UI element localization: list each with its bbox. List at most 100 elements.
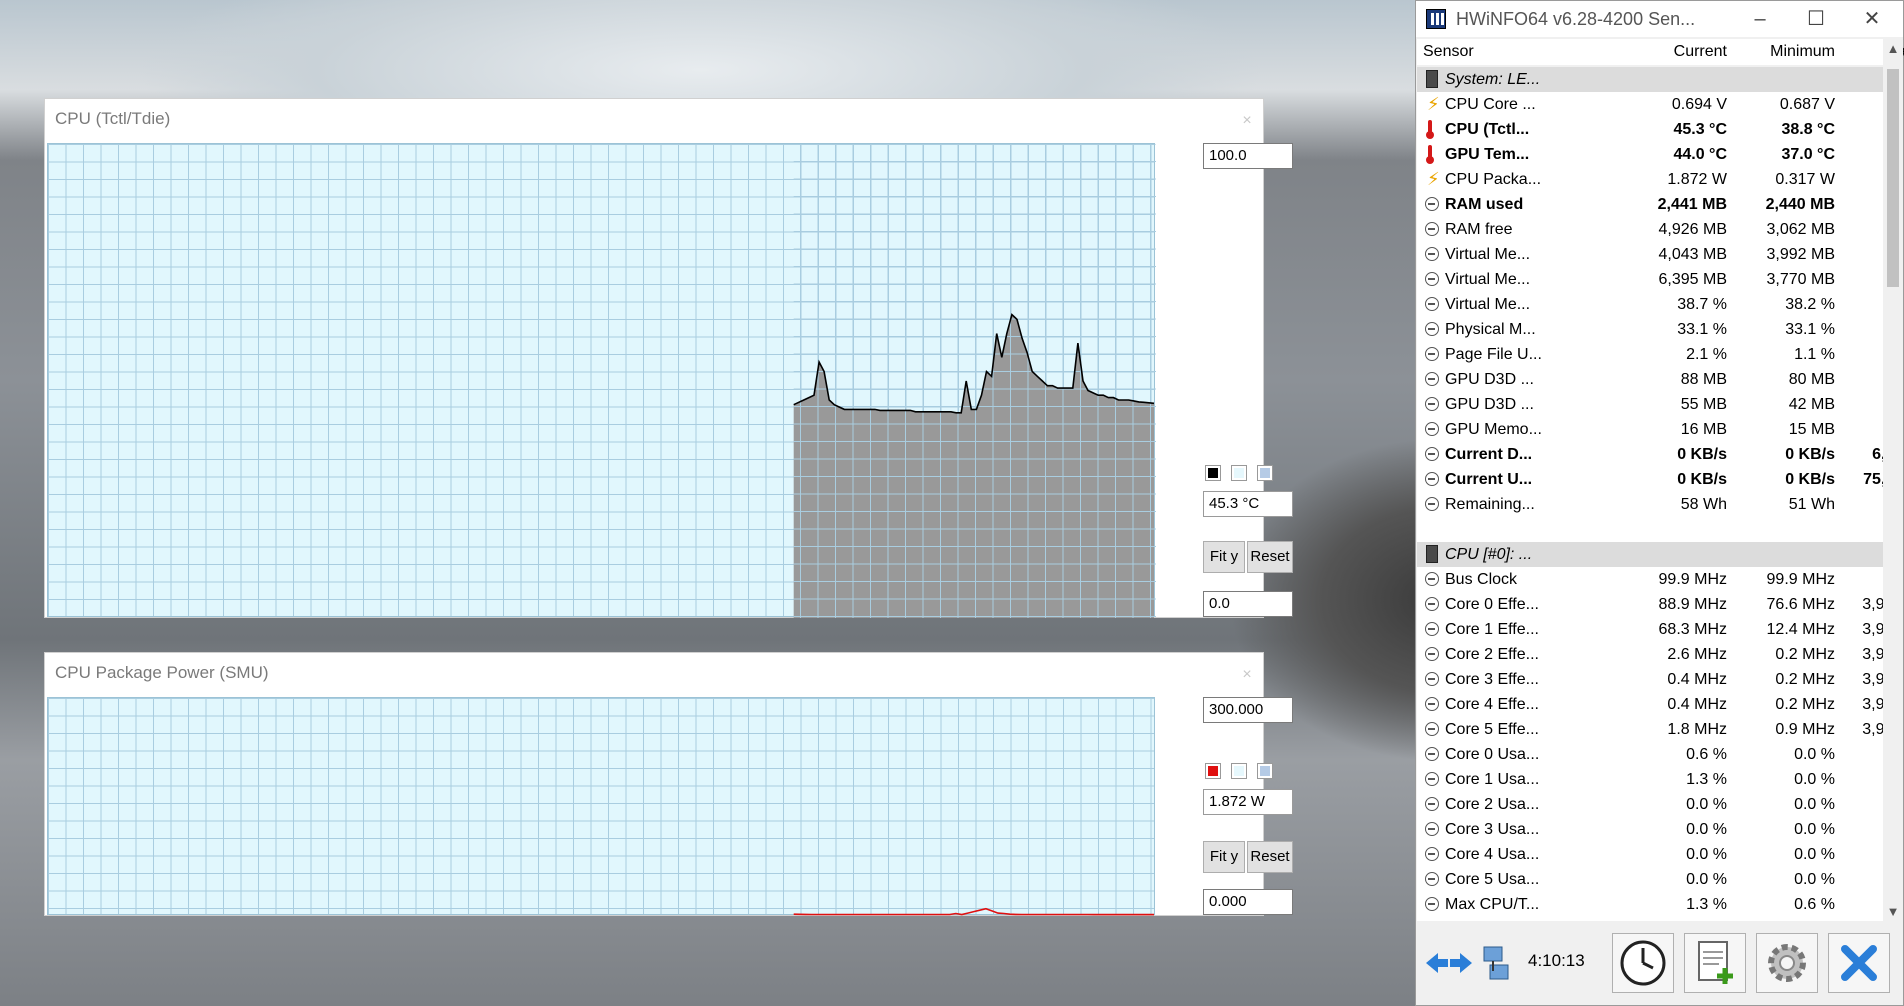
sensor-minimum: 12.4 MHz <box>1766 621 1835 638</box>
fill-color-swatch[interactable] <box>1231 763 1247 779</box>
sensor-row[interactable]: Core 4 Usa...0.0 %0.0 %100.0 % <box>1417 842 1883 867</box>
header-minimum[interactable]: Minimum <box>1727 43 1835 61</box>
fit-y-button[interactable]: Fit y <box>1203 541 1245 573</box>
maximize-icon[interactable]: ☐ <box>1788 3 1844 35</box>
sensor-maximum: 100.0 % <box>1835 896 1883 914</box>
sensor-name: Core 4 Effe... <box>1445 696 1539 713</box>
close-icon[interactable]: × <box>1233 661 1261 689</box>
chip-icon <box>1426 545 1438 563</box>
sensor-row[interactable]: Core 5 Usa...0.0 %0.0 %100.0 % <box>1417 867 1883 892</box>
sensor-row[interactable]: RAM free 4,926 MB 3,062 MB4,927 MB <box>1417 217 1883 242</box>
sensor-row[interactable]: Bus Clock99.9 MHz99.9 MHz99.9 MHz <box>1417 567 1883 592</box>
sensor-minimum: 0.0 % <box>1794 821 1835 838</box>
sensor-name: Current U... <box>1445 471 1533 488</box>
reset-button[interactable]: Reset <box>1247 841 1293 873</box>
header-sensor[interactable]: Sensor <box>1423 43 1474 61</box>
sensor-row[interactable]: GPU D3D ... 55 MB 42 MB331 MB <box>1417 392 1883 417</box>
sensor-row[interactable]: CPU (Tctl... 45.3 °C 38.8 °C90.6 °C <box>1417 117 1883 142</box>
sensor-row[interactable]: GPU Memo... 16 MB 15 MB400 MB <box>1417 417 1883 442</box>
sensor-name: CPU Core ... <box>1445 96 1536 113</box>
scroll-thumb[interactable] <box>1887 69 1899 287</box>
sensor-group-row[interactable]: CPU [#0]: ... <box>1417 542 1883 567</box>
close-icon[interactable]: × <box>1233 107 1261 135</box>
grid-color-swatch[interactable] <box>1257 763 1273 779</box>
sensor-row[interactable]: GPU Tem... 44.0 °C 37.0 °C75.0 °C <box>1417 142 1883 167</box>
graph-min-field[interactable]: 0.0 <box>1203 591 1293 617</box>
graph-window-cpu-power[interactable]: CPU Package Power (SMU) × 300.000 1.872 … <box>44 652 1293 916</box>
sensor-current: 4,043 MB <box>1658 246 1727 263</box>
sensor-circle-icon <box>1425 347 1439 361</box>
sensor-minimum: 38.8 °C <box>1781 121 1835 138</box>
sensor-minimum: 99.9 MHz <box>1766 571 1835 588</box>
sensor-minimum: 37.0 °C <box>1781 146 1835 163</box>
grid-color-swatch[interactable] <box>1257 465 1273 481</box>
network-sensors-icon[interactable] <box>1476 933 1520 993</box>
sensor-circle-icon <box>1425 772 1439 786</box>
sensor-row[interactable]: Virtual Me... 6,395 MB 3,770 MB6,447 MB <box>1417 267 1883 292</box>
expand-collapse-arrows-icon[interactable] <box>1422 933 1476 993</box>
sensor-circle-icon <box>1425 397 1439 411</box>
sensor-row[interactable]: Core 3 Usa...0.0 %0.0 %100.0 % <box>1417 817 1883 842</box>
graph-title: CPU Package Power (SMU) <box>55 663 269 682</box>
sensor-row[interactable]: Core 4 Effe... 0.4 MHz 0.2 MHz 3,984.5 MHz <box>1417 692 1883 717</box>
sensor-row[interactable]: Current D... 0 KB/s 0 KB/s 6,499 KB/s <box>1417 442 1883 467</box>
clock-icon[interactable] <box>1612 933 1674 993</box>
header-current[interactable]: Current <box>1607 43 1727 61</box>
sensor-row[interactable] <box>1417 517 1883 542</box>
sensor-current: 68.3 MHz <box>1658 621 1727 638</box>
sensor-row[interactable]: Core 2 Usa...0.0 %0.0 %100.0 % <box>1417 792 1883 817</box>
sensor-circle-icon <box>1425 447 1439 461</box>
sensor-row[interactable]: Core 1 Usa... 1.3 % 0.0 %100.0 % <box>1417 767 1883 792</box>
graph-window-cpu-temp[interactable]: CPU (Tctl/Tdie) × 100.0 45.3 °C Fit y Re… <box>44 98 1293 618</box>
settings-gear-icon[interactable] <box>1756 933 1818 993</box>
sensor-row[interactable]: Core 3 Effe... 0.4 MHz 0.2 MHz 3,984.5 MHz <box>1417 667 1883 692</box>
graph-max-field[interactable]: 100.0 <box>1203 143 1293 169</box>
sensor-row[interactable]: Core 1 Effe... 68.3 MHz 12.4 MHz 3,985.4 MH… <box>1417 617 1883 642</box>
sensor-row[interactable]: GPU D3D ... 88 MB 80 MB410 MB <box>1417 367 1883 392</box>
sensor-current: 0.0 % <box>1686 871 1727 888</box>
sensor-row[interactable]: Virtual Me... 38.7 % 38.2 %63.8 % <box>1417 292 1883 317</box>
title-bar[interactable]: HWiNFO64 v6.28-4200 Sen... – ☐ ✕ <box>1416 1 1903 37</box>
sensor-row[interactable]: Physical M...33.1 %33.1 %58.4 % <box>1417 317 1883 342</box>
sensor-current: 33.1 % <box>1677 321 1727 338</box>
sensor-row[interactable]: RAM used 2,441 MB 2,440 MB4,305 MB <box>1417 192 1883 217</box>
sensor-row[interactable]: Core 2 Effe... 2.6 MHz 0.2 MHz 3,985.4 MHz <box>1417 642 1883 667</box>
sensor-maximum: 6,669 MB <box>1835 246 1883 264</box>
minimize-icon[interactable]: – <box>1732 3 1788 35</box>
graph-max-field[interactable]: 300.000 <box>1203 697 1293 723</box>
sensor-list[interactable]: System: LE... ⚡ CPU Core ... 0.694 V 0.687 V… <box>1417 67 1883 921</box>
sensor-row[interactable]: Page File U... 2.1 % 1.1 %6.1 % <box>1417 342 1883 367</box>
sensor-maximum: 4,927 MB <box>1835 221 1883 239</box>
report-add-icon[interactable] <box>1684 933 1746 993</box>
line-color-swatch[interactable] <box>1205 763 1221 779</box>
sensor-row[interactable]: Max CPU/T... 1.3 % 0.6 %100.0 % <box>1417 892 1883 917</box>
sensor-row[interactable]: Current U... 0 KB/s 0 KB/s 75,578 KB/s <box>1417 467 1883 492</box>
sensor-row[interactable]: ⚡ CPU Packa... 1.872 W 0.317 W32.451 W <box>1417 167 1883 192</box>
line-color-swatch[interactable] <box>1205 465 1221 481</box>
sensor-row[interactable]: ⚡ CPU Core ... 0.694 V 0.687 V1.256 V <box>1417 92 1883 117</box>
sensor-row[interactable]: Virtual Me... 4,043 MB 3,992 MB6,669 MB <box>1417 242 1883 267</box>
close-icon[interactable]: ✕ <box>1844 3 1900 35</box>
scroll-down-icon[interactable]: ▼ <box>1883 904 1903 919</box>
column-header: Sensor Current Minimum Maximum <box>1417 39 1904 65</box>
vertical-scrollbar[interactable]: ▲ ▼ <box>1883 39 1903 921</box>
graph-min-field[interactable]: 0.000 <box>1203 889 1293 915</box>
reset-button[interactable]: Reset <box>1247 541 1293 573</box>
hwinfo-sensors-window[interactable]: HWiNFO64 v6.28-4200 Sen... – ☐ ✕ Sensor … <box>1415 0 1904 1006</box>
sensor-row[interactable]: Core 0 Effe... 88.9 MHz 76.6 MHz 3,985.4 MH… <box>1417 592 1883 617</box>
sensor-group-row[interactable]: System: LE... <box>1417 67 1883 92</box>
scroll-up-icon[interactable]: ▲ <box>1883 41 1903 56</box>
sensor-maximum: 3,985.4 MHz <box>1862 621 1883 638</box>
sensor-circle-icon <box>1425 822 1439 836</box>
close-icon[interactable] <box>1828 933 1890 993</box>
sensor-row[interactable]: Remaining...58 Wh51 Wh58 Wh <box>1417 492 1883 517</box>
fill-color-swatch[interactable] <box>1231 465 1247 481</box>
fit-y-button[interactable]: Fit y <box>1203 841 1245 873</box>
sensor-current: 0 KB/s <box>1677 471 1727 488</box>
sensor-row[interactable]: Core 0 Usa... 0.6 % 0.0 %100.0 % <box>1417 742 1883 767</box>
sensor-maximum: 99.9 MHz <box>1835 571 1883 589</box>
elapsed-time: 4:10:13 <box>1528 951 1585 970</box>
sensor-maximum: 331 MB <box>1835 396 1883 414</box>
sensor-row[interactable]: Core 5 Effe... 1.8 MHz 0.9 MHz 3,984.5 MHz <box>1417 717 1883 742</box>
sensor-maximum: 410 MB <box>1835 371 1883 389</box>
